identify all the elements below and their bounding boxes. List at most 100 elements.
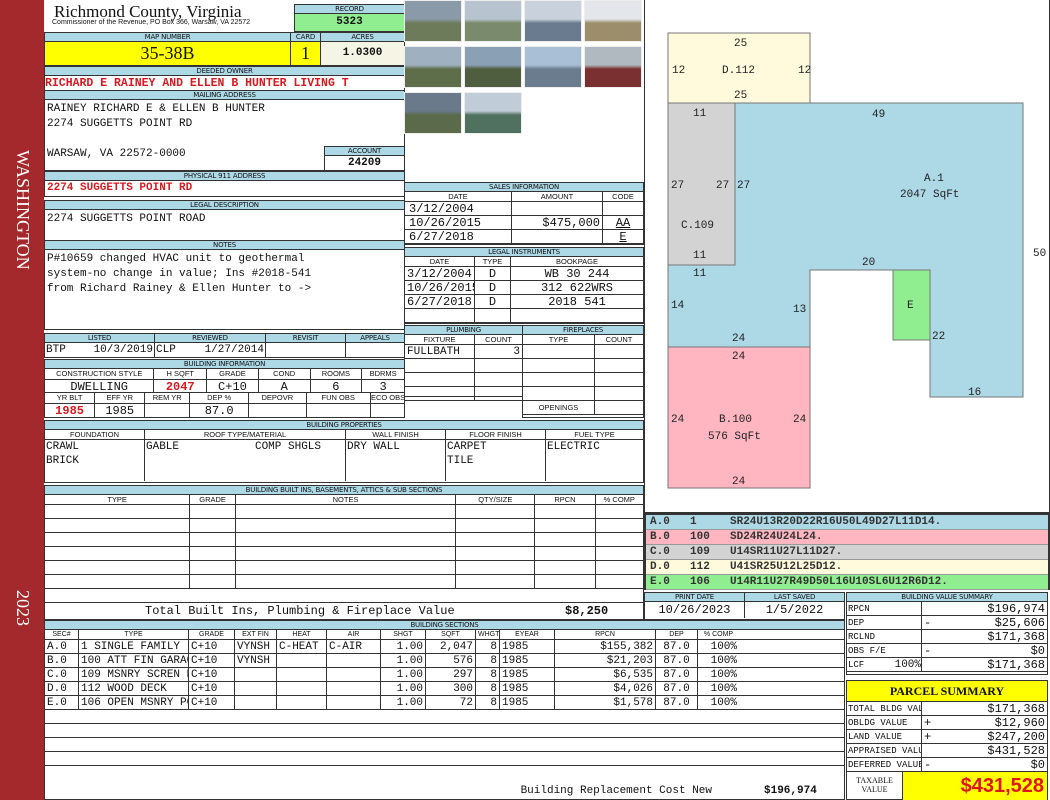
- mailing-line-1: RAINEY RICHARD E & ELLEN B HUNTER: [47, 103, 265, 115]
- instr-row-cell: [475, 309, 511, 322]
- building-section-row-cell: 8: [476, 654, 500, 667]
- bins-cell: [45, 519, 191, 532]
- building-section-row-cell: 8: [476, 682, 500, 695]
- summary-label-cell: DEFERRED VALUE: [847, 758, 921, 771]
- map-row: MAP NUMBER CARD ACRES 35-38B 1 1.0300: [44, 32, 405, 66]
- fireplaces-table: FIREPLACES TYPE COUNT OPENINGS: [522, 325, 644, 418]
- building-section-row: A.0 1 SINGLE FAMILY C+10 VYNSH C-HEAT C-AIR 1.…: [45, 640, 844, 654]
- physical-address: 2274 SUGGETTS POINT RD: [47, 182, 193, 194]
- building-section-row-cell: 8: [476, 668, 500, 681]
- dim-label: 11: [693, 108, 707, 120]
- building-info-value: 1985: [95, 404, 146, 417]
- building-property-header: FLOOR FINISH: [446, 430, 546, 439]
- summary-label: LAND VALUE: [848, 732, 903, 742]
- plumb-cell: [475, 387, 522, 400]
- building-property-header: FUEL TYPE: [574, 430, 615, 439]
- building-section-row-cell: D.0: [45, 682, 79, 695]
- sales-information-label: SALES INFORMATION: [405, 183, 643, 192]
- section-header-cell: EXT FIN: [235, 630, 277, 639]
- building-info-header: FUN OBS: [307, 393, 371, 403]
- sketch-code-number: 106: [690, 576, 710, 588]
- fuel-type: ELECTRIC: [547, 441, 600, 453]
- dim-label: 11: [693, 250, 707, 262]
- building-section-row-cell: 109 MSNRY SCREN PCH: [79, 668, 189, 681]
- building-section-row-cell: C-AIR: [327, 640, 381, 653]
- building-section-row: B.0 100 ATT FIN GARAGE C+10 VYNSH 1.00 576 8 19…: [45, 654, 844, 668]
- summary-label-cell: APPRAISED VALUE: [847, 744, 921, 757]
- property-photo[interactable]: [404, 46, 462, 88]
- dim-label: 50: [1033, 248, 1046, 260]
- building-section-cell: [45, 710, 844, 723]
- building-section-row-cell: C-HEAT: [277, 640, 327, 653]
- section-header-cell: DEP: [656, 630, 698, 639]
- sales-row-cell: $475,000: [512, 216, 603, 229]
- property-photo[interactable]: [464, 92, 522, 134]
- property-photo[interactable]: [584, 46, 642, 88]
- summary-label-cell: OBS F/E: [847, 644, 921, 657]
- bins-cell: [456, 561, 536, 574]
- legal-description: 2274 SUGGETTS POINT ROAD: [47, 213, 206, 225]
- section-header-cell: EYEAR: [500, 630, 555, 639]
- sales-row-cell: 6/27/2018: [405, 230, 512, 243]
- sales-row-cell: AA: [615, 216, 631, 229]
- building-section-row-cell: [277, 654, 327, 667]
- building-section-row-cell: 576: [426, 654, 476, 667]
- property-photo[interactable]: [464, 0, 522, 42]
- summary-row: RCLND $171,368: [847, 630, 1047, 644]
- property-photo[interactable]: [584, 0, 642, 42]
- building-section-row-cell: 1985: [500, 696, 555, 709]
- plumb-cell: [475, 359, 522, 372]
- sidebar: WASHINGTON 2023: [0, 0, 44, 800]
- property-photo[interactable]: [404, 92, 462, 134]
- notes-box: NOTES P#10659 changed HVAC unit to geoth…: [44, 240, 405, 330]
- bins-cell: [535, 519, 596, 532]
- summary-operator: -: [924, 616, 932, 629]
- fireplaces-label: FIREPLACES: [523, 326, 643, 335]
- plumb-header-cell: COUNT: [485, 335, 512, 344]
- section-header-cell: SEC#: [45, 630, 79, 639]
- building-info-header: EFF YR: [95, 393, 146, 403]
- summary-value: $12,960: [994, 716, 1045, 729]
- building-info-value: [307, 404, 371, 417]
- bins-cell: [236, 519, 457, 532]
- building-info-header: DEP %: [190, 393, 250, 403]
- bins-cell: [456, 547, 536, 560]
- sketch-code-row: C.0 109 U14SR11U27L11D27.: [646, 545, 1048, 560]
- built-ins-total-label: Total Built Ins, Plumbing & Fireplace Va…: [145, 604, 455, 618]
- mailing-line-2: 2274 SUGGETTS POINT RD: [47, 118, 193, 130]
- building-section-row-cell: 1 SINGLE FAMILY: [79, 640, 189, 653]
- plumb-header: FIXTURE COUNT: [405, 335, 522, 345]
- fire-cell: [523, 373, 595, 386]
- sales-header-cell: DATE: [405, 192, 512, 201]
- summary-value: $0: [1030, 644, 1045, 657]
- sketch-code-section: B.0: [650, 531, 670, 543]
- last-saved-date: 1/5/2022: [765, 603, 824, 617]
- summary-row: LAND VALUE + $247,200: [847, 730, 1047, 744]
- dim-label: 24: [732, 351, 746, 363]
- property-photo[interactable]: [524, 46, 582, 88]
- plumb-row-cell: 3: [513, 346, 520, 358]
- sketch-code-row: E.0 106 U14R11U27R49D50L16U10SL6U12R6D12.: [646, 575, 1048, 590]
- bins-cell: [456, 533, 536, 546]
- fire-empty-row: [523, 387, 643, 401]
- sales-information-table: SALES INFORMATION DATE AMOUNT CODE 3/12/200…: [404, 182, 644, 245]
- foundation-value: BRICK: [46, 455, 80, 467]
- plumbing-label: PLUMBING: [405, 326, 522, 335]
- property-photo[interactable]: [524, 0, 582, 42]
- sketch-code-row: A.0 1 SR24U13R20D22R16U50L49D27L11D14.: [646, 515, 1048, 530]
- bins-cell: [190, 505, 236, 518]
- summary-row: APPRAISED VALUE $431,528: [847, 744, 1047, 758]
- revisit-label: REVISIT: [266, 334, 346, 343]
- fire-cell: [523, 345, 595, 358]
- dim-label: 49: [872, 109, 885, 121]
- building-section-row-cell: C+10: [189, 640, 235, 653]
- building-section-empty-row: [45, 738, 844, 752]
- property-photo[interactable]: [464, 46, 522, 88]
- building-section-row-cell: B.0: [45, 654, 79, 667]
- summary-value-cell: $431,528: [921, 744, 1047, 757]
- legal-instruments-table: LEGAL INSTRUMENTS DATE TYPE BOOKPAGE 3/12/2…: [404, 247, 644, 324]
- building-section-empty-row: [45, 710, 844, 724]
- record-number: 5323: [295, 14, 404, 31]
- plumbing-table: PLUMBING FIXTURE COUNT FULLBATH 3: [404, 325, 523, 401]
- property-photo[interactable]: [404, 0, 462, 42]
